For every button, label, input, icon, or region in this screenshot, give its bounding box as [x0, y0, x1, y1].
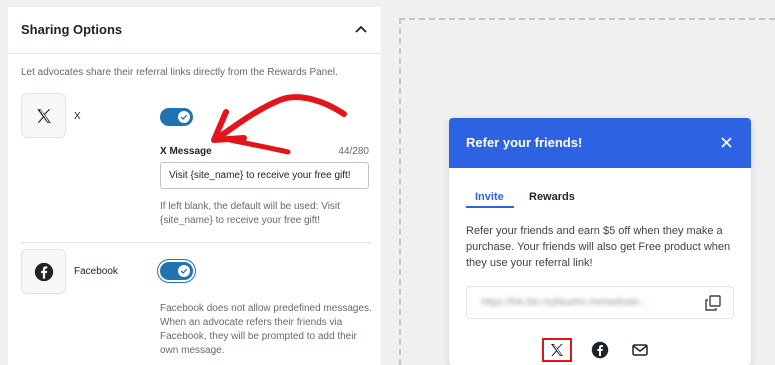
divider	[21, 242, 371, 243]
x-label: X	[74, 111, 81, 122]
divider	[8, 53, 381, 54]
sharing-options-panel: Sharing Options Let advocates share thei…	[8, 7, 381, 365]
referral-widget: Refer your friends! Invite Rewards Refer…	[449, 118, 751, 365]
x-message-input[interactable]	[160, 162, 369, 189]
share-email-button[interactable]	[625, 338, 655, 362]
facebook-icon	[591, 341, 609, 359]
chevron-up-icon[interactable]	[355, 24, 367, 34]
sharing-options-header[interactable]: Sharing Options	[8, 7, 381, 53]
x-enable-toggle[interactable]	[160, 108, 193, 126]
active-tab-indicator	[466, 206, 514, 208]
x-message-help: If left blank, the default will be used:…	[160, 201, 340, 226]
panel-title: Sharing Options	[21, 22, 123, 37]
x-icon	[36, 108, 51, 123]
toggle-knob	[178, 111, 190, 123]
sharing-help-text: Let advocates share their referral links…	[21, 67, 338, 78]
widget-header: Refer your friends!	[449, 118, 751, 168]
close-icon[interactable]	[721, 137, 732, 148]
facebook-icon	[34, 262, 53, 281]
tab-invite[interactable]: Invite	[475, 191, 504, 203]
annotation-arrow	[211, 94, 347, 155]
referral-link-field[interactable]: https://lnk.bio.myblueho.me/website...	[466, 286, 734, 319]
share-facebook-button[interactable]	[585, 338, 615, 362]
facebook-network-icon	[21, 249, 66, 294]
widget-title: Refer your friends!	[466, 135, 583, 150]
copy-icon[interactable]	[705, 295, 721, 311]
referral-link-text: https://lnk.bio.myblueho.me/website...	[481, 297, 648, 308]
tab-rewards[interactable]: Rewards	[529, 191, 575, 203]
widget-body-text: Refer your friends and earn $5 off when …	[466, 225, 731, 269]
x-icon	[551, 344, 563, 356]
mail-icon	[632, 344, 648, 356]
check-icon	[180, 268, 188, 274]
share-x-button[interactable]	[542, 338, 572, 362]
facebook-enable-toggle[interactable]	[160, 262, 193, 280]
toggle-knob	[178, 265, 190, 277]
x-network-icon	[21, 93, 66, 138]
facebook-help: Facebook does not allow predefined messa…	[160, 303, 372, 356]
check-icon	[180, 114, 188, 120]
facebook-label: Facebook	[74, 266, 118, 277]
